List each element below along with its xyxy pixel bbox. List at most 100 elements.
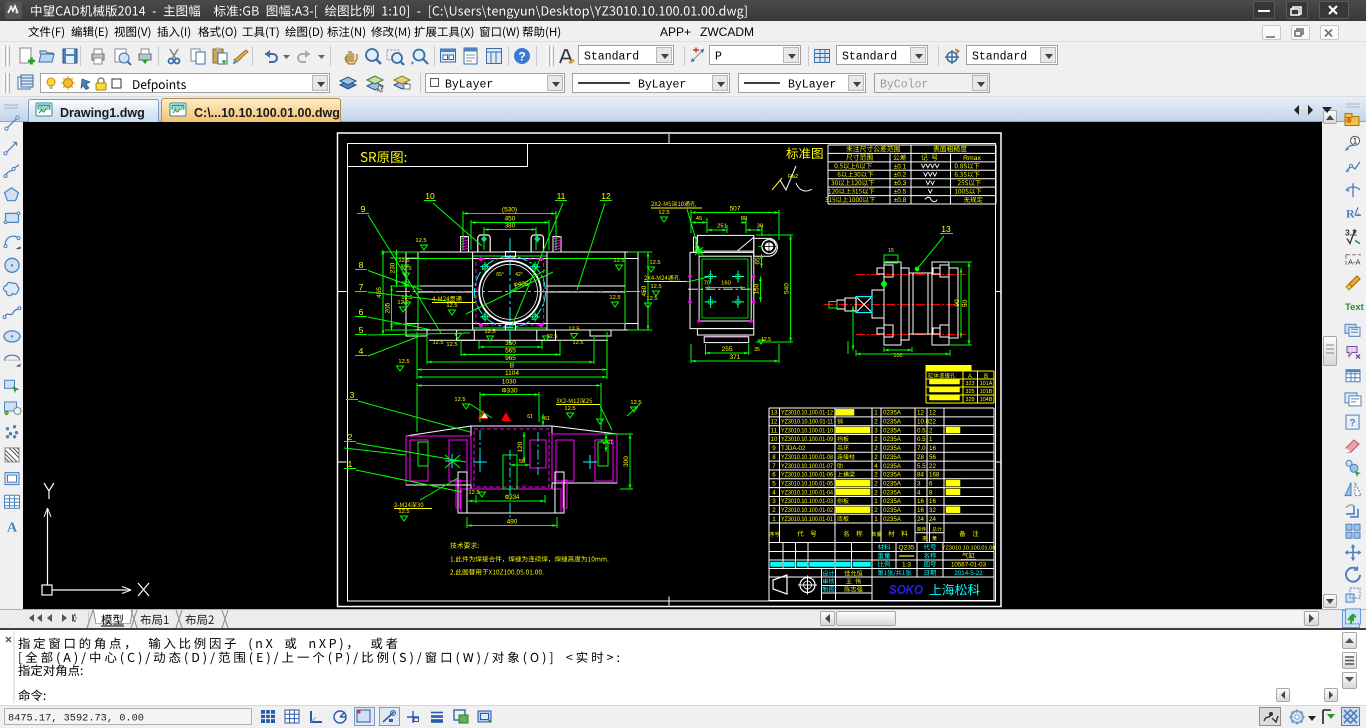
svg-text:YZ3010.10.100.01-05: YZ3010.10.100.01-05 — [781, 480, 833, 487]
svg-text:1: 1 — [929, 436, 933, 443]
svg-text:10: 10 — [425, 191, 435, 201]
svg-text:2: 2 — [772, 507, 776, 514]
svg-text:65: 65 — [755, 257, 762, 265]
svg-text:APP+: APP+ — [660, 25, 691, 39]
svg-text:12.5: 12.5 — [564, 406, 575, 412]
svg-text:205: 205 — [385, 302, 392, 313]
svg-text:56: 56 — [929, 454, 936, 461]
svg-text:YZ3010.10.100.01-08: YZ3010.10.100.01-08 — [781, 454, 833, 461]
svg-text:1: 1 — [874, 410, 878, 417]
svg-text:YZ3010.10.100.01-03: YZ3010.10.100.01-03 — [781, 498, 833, 505]
svg-text:12.5: 12.5 — [446, 342, 457, 348]
svg-text:Φ334: Φ334 — [505, 495, 520, 501]
svg-text:?: ? — [1349, 418, 1355, 429]
svg-text:SOKO: SOKO — [889, 582, 923, 597]
svg-text:104B: 104B — [980, 397, 993, 403]
svg-text:2: 2 — [874, 472, 878, 479]
svg-text:0235A: 0235A — [883, 410, 902, 417]
svg-text:1: 1 — [874, 516, 878, 523]
svg-text:φ405: φ405 — [513, 281, 528, 288]
svg-text:12.5: 12.5 — [613, 258, 624, 264]
svg-text:12.5: 12.5 — [454, 397, 465, 403]
svg-text:16: 16 — [917, 507, 924, 514]
svg-text:65°: 65° — [496, 272, 504, 278]
svg-text:2: 2 — [874, 489, 878, 496]
svg-text:12.5: 12.5 — [398, 359, 409, 365]
svg-text:11: 11 — [771, 427, 778, 434]
svg-text:R: R — [1346, 206, 1355, 220]
svg-text:±0.5: ±0.5 — [894, 189, 907, 196]
svg-text:12: 12 — [917, 410, 924, 417]
svg-text:6: 6 — [772, 472, 776, 479]
svg-text:Text: Text — [1345, 302, 1365, 313]
svg-text:7.0: 7.0 — [917, 445, 926, 452]
svg-text:5.5: 5.5 — [917, 463, 926, 470]
svg-text:350: 350 — [505, 340, 516, 347]
svg-text:540: 540 — [784, 283, 791, 294]
svg-text:12.5: 12.5 — [398, 509, 409, 515]
svg-text:42°: 42° — [515, 272, 523, 278]
svg-text:15: 15 — [888, 248, 894, 254]
svg-text:Rmax: Rmax — [963, 155, 981, 162]
svg-text:1104: 1104 — [505, 370, 519, 377]
svg-text:12: 12 — [929, 410, 936, 417]
svg-text:±0.3: ±0.3 — [894, 180, 907, 187]
svg-text:50: 50 — [962, 300, 969, 308]
svg-text:101B: 101B — [980, 389, 993, 395]
svg-text:ByLayer: ByLayer — [788, 79, 836, 92]
svg-text:965: 965 — [505, 355, 516, 362]
svg-text:84: 84 — [917, 472, 924, 479]
svg-text:YZ3010.10.100.01-01: YZ3010.10.100.01-01 — [781, 516, 833, 523]
svg-text:YZ3010.10.100.01-04: YZ3010.10.100.01-04 — [781, 489, 833, 496]
svg-text:12.5: 12.5 — [468, 490, 479, 496]
svg-text:3: 3 — [350, 390, 355, 400]
svg-text:2: 2 — [929, 427, 933, 434]
svg-text:A: A — [968, 374, 972, 380]
svg-text:16: 16 — [929, 445, 936, 452]
svg-text:B: B — [510, 363, 514, 370]
svg-text:450: 450 — [505, 216, 516, 223]
svg-text:10567-01-03: 10567-01-03 — [951, 562, 987, 569]
svg-text:12.5: 12.5 — [630, 400, 641, 406]
svg-text:5: 5 — [359, 325, 364, 335]
svg-text:16: 16 — [929, 498, 936, 505]
svg-text:B: B — [984, 374, 988, 380]
svg-text:0235A: 0235A — [883, 472, 902, 479]
svg-text:4: 4 — [917, 489, 921, 496]
svg-text:±0.2: ±0.2 — [894, 172, 907, 179]
svg-text:YZ3010.10.100.01-12: YZ3010.10.100.01-12 — [781, 410, 833, 417]
svg-text:8475.17, 3592.73, 0.00: 8475.17, 3592.73, 0.00 — [8, 713, 144, 725]
svg-text:120: 120 — [517, 441, 524, 452]
svg-text:24: 24 — [917, 516, 924, 523]
svg-text:10.8: 10.8 — [917, 419, 930, 426]
svg-text:8: 8 — [359, 260, 364, 270]
svg-text:6: 6 — [359, 307, 364, 317]
svg-text:24: 24 — [929, 516, 936, 523]
svg-text:12.5: 12.5 — [650, 284, 661, 290]
svg-text:22: 22 — [929, 419, 936, 426]
svg-text:Q235: Q235 — [899, 545, 915, 552]
svg-text:28: 28 — [917, 454, 924, 461]
svg-text:1: 1 — [1353, 137, 1358, 146]
svg-text:(530): (530) — [502, 207, 517, 214]
svg-text:90: 90 — [954, 299, 961, 307]
svg-text:450: 450 — [641, 285, 648, 296]
svg-text:0235A: 0235A — [883, 480, 902, 487]
svg-text:13: 13 — [771, 410, 778, 417]
svg-text:12.5: 12.5 — [649, 260, 660, 266]
svg-text:ZWCADM: ZWCADM — [700, 25, 754, 39]
svg-text:255: 255 — [722, 346, 733, 353]
svg-text:0235A: 0235A — [883, 498, 902, 505]
svg-text:YZ3010.10.100.01-02: YZ3010.10.100.01-02 — [781, 507, 833, 514]
svg-text:5: 5 — [772, 480, 776, 487]
svg-text:35: 35 — [754, 347, 760, 353]
svg-text:Standard: Standard — [972, 51, 1027, 64]
svg-text:3: 3 — [874, 427, 878, 434]
svg-text:0.5: 0.5 — [917, 436, 926, 443]
svg-text:70: 70 — [704, 281, 710, 287]
svg-text:329: 329 — [965, 397, 974, 403]
svg-text:12.5: 12.5 — [433, 340, 444, 346]
svg-text:45: 45 — [696, 216, 702, 222]
svg-text:YZ3010.10.100.01-11: YZ3010.10.100.01-11 — [781, 419, 833, 426]
svg-text:12.5: 12.5 — [398, 258, 409, 264]
